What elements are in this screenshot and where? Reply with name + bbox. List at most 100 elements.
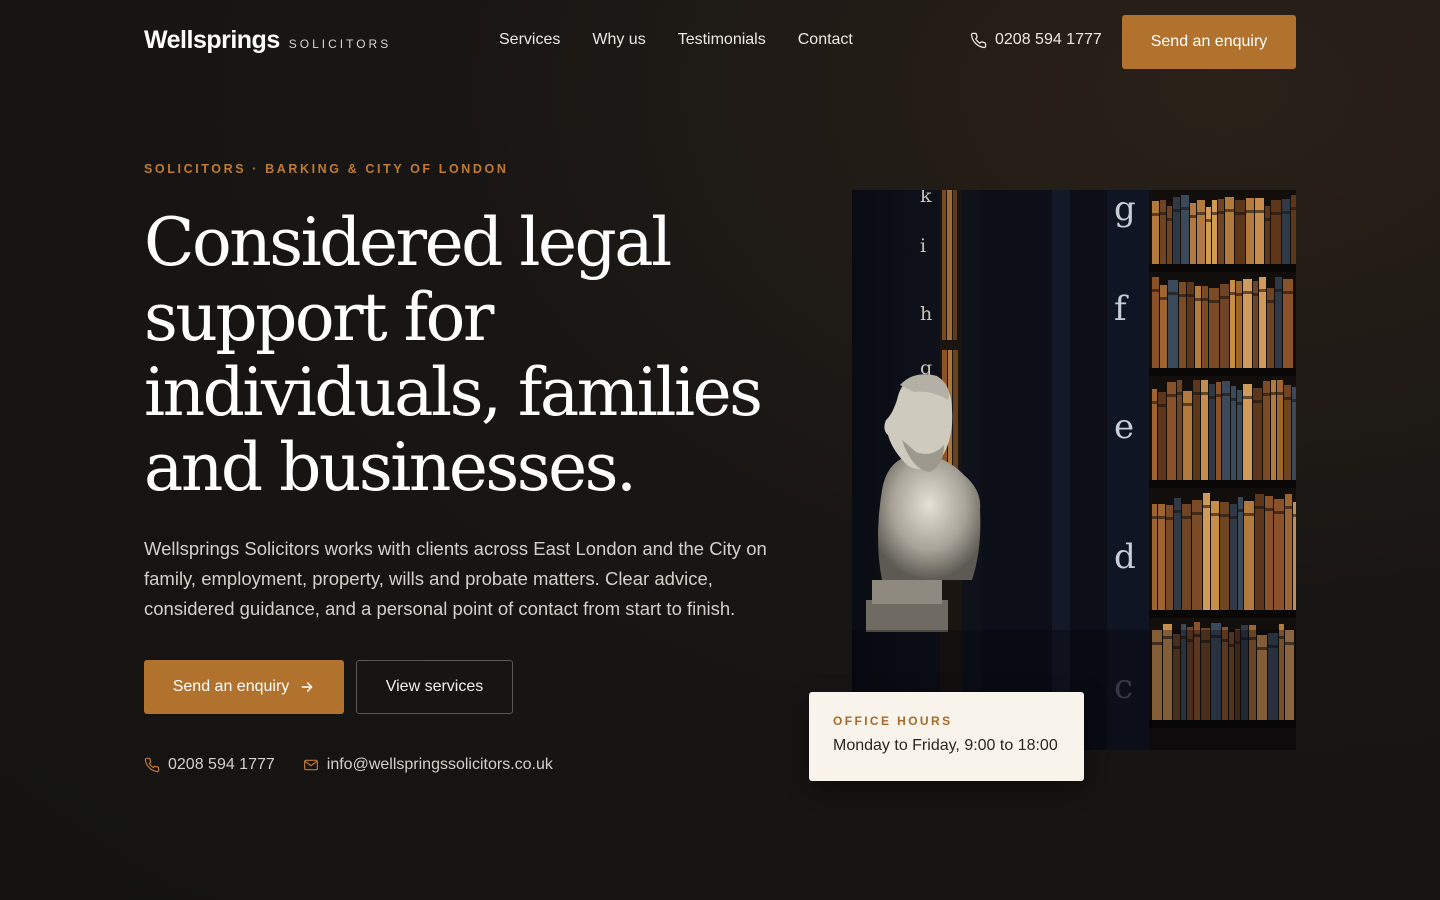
book-spine	[1220, 502, 1229, 610]
book-band	[1243, 396, 1252, 399]
book-band	[1158, 404, 1166, 407]
book-band	[1225, 209, 1234, 212]
brand-logo[interactable]: Wellsprings SOLICITORS	[144, 26, 391, 55]
book-spine	[1293, 502, 1296, 610]
book-band	[1271, 212, 1281, 215]
office-hours-card: OFFICE HOURS Monday to Friday, 9:00 to 1…	[809, 692, 1084, 781]
book-band	[1167, 394, 1176, 397]
nav-link-services[interactable]: Services	[499, 31, 560, 49]
book-band	[1292, 399, 1296, 402]
book-band	[1246, 210, 1254, 213]
book-spine	[1166, 505, 1173, 610]
book-spine	[1285, 494, 1292, 610]
book-band	[1275, 289, 1282, 292]
hero-phone-number: 0208 594 1777	[168, 756, 275, 773]
book-band	[1255, 506, 1264, 509]
hero-headline: Considered legal support for individuals…	[144, 205, 824, 505]
book-spine	[1255, 494, 1264, 610]
book-spine	[1192, 500, 1202, 610]
book-band	[1253, 293, 1258, 296]
book-band	[1230, 516, 1237, 519]
book-band	[1160, 212, 1166, 215]
book-spine	[1211, 501, 1219, 610]
book-spine	[1206, 207, 1211, 264]
book-band	[1220, 296, 1229, 299]
book-band	[1211, 513, 1219, 516]
header-enquiry-button[interactable]: Send an enquiry	[1122, 15, 1296, 69]
book-band	[1236, 293, 1242, 296]
main-nav: Services Why us Testimonials Contact	[499, 31, 853, 49]
hero-email-link[interactable]: info@wellspringssolicitors.co.uk	[303, 756, 553, 774]
book-spine	[1244, 501, 1254, 610]
book-spine	[1238, 497, 1243, 610]
hero-eyebrow: SOLICITORS · BARKING & CITY OF LONDON	[144, 162, 509, 176]
book-band	[1203, 505, 1210, 508]
nav-link-testimonials[interactable]: Testimonials	[678, 31, 766, 49]
book-band	[1216, 394, 1221, 397]
office-hours-label: OFFICE HOURS	[833, 714, 953, 728]
shelf-letter-k: k	[920, 190, 932, 207]
book-band	[1166, 517, 1173, 520]
book-spine	[1158, 504, 1165, 610]
book-band	[1167, 218, 1172, 221]
book-band	[1152, 401, 1157, 404]
book-band	[1202, 298, 1208, 301]
hero-library-image: kihg gfedc	[852, 190, 1296, 750]
nav-link-why-us[interactable]: Why us	[592, 31, 645, 49]
book-band	[1255, 210, 1264, 213]
hero-email-address: info@wellspringssolicitors.co.uk	[326, 756, 553, 773]
headline-line-1: Considered legal	[144, 204, 672, 281]
brand-name: Wellsprings	[144, 26, 280, 54]
book-spine	[1265, 206, 1270, 264]
book-spine	[1218, 199, 1224, 264]
book-band	[1263, 393, 1270, 396]
book-band	[1293, 514, 1296, 517]
book-spine	[1212, 200, 1217, 264]
book-spine	[1174, 498, 1181, 610]
hero-description: Wellsprings Solicitors works with client…	[144, 538, 767, 619]
book-band	[1173, 209, 1180, 212]
book-band	[1267, 300, 1274, 303]
book-band	[1220, 514, 1229, 517]
book-band	[1284, 397, 1291, 400]
book-band	[1197, 212, 1205, 215]
phone-icon	[144, 757, 160, 773]
book-band	[1253, 400, 1262, 403]
book-spine	[1152, 201, 1159, 264]
view-services-button[interactable]: View services	[356, 660, 513, 714]
hero-enquiry-button[interactable]: Send an enquiry	[144, 660, 344, 714]
book-spine	[1291, 195, 1296, 264]
office-hours-text: Monday to Friday, 9:00 to 18:00	[833, 737, 1058, 754]
mail-icon	[303, 759, 318, 771]
book-band	[1168, 292, 1178, 295]
headline-line-3: individuals, families	[144, 354, 763, 431]
nav-link-contact[interactable]: Contact	[798, 31, 853, 49]
book-spine	[1160, 200, 1166, 264]
book-spine	[1271, 200, 1281, 264]
book-band	[1209, 300, 1219, 303]
book-band	[1209, 396, 1215, 399]
book-band	[1238, 509, 1243, 512]
book-band	[1206, 219, 1211, 222]
book-band	[1174, 510, 1181, 513]
book-band	[1235, 212, 1245, 215]
hero-phone-link[interactable]: 0208 594 1777	[144, 756, 275, 774]
book-band	[1152, 516, 1157, 519]
shelf-letter-g: g	[1114, 190, 1136, 229]
book-band	[1283, 291, 1293, 294]
book-band	[1193, 392, 1200, 395]
book-band	[1237, 402, 1242, 405]
book-band	[1182, 516, 1191, 519]
book-band	[1179, 294, 1186, 297]
book-band	[1152, 213, 1159, 216]
book-spine	[1190, 203, 1196, 264]
book-band	[1183, 403, 1192, 406]
book-band	[1152, 289, 1159, 292]
header-phone[interactable]: 0208 594 1777	[970, 31, 1102, 49]
book-band	[1265, 508, 1273, 511]
shelf-letter-e: e	[1114, 407, 1134, 447]
book-spine	[1235, 200, 1245, 264]
arrow-right-icon	[301, 682, 313, 692]
book-spine	[1225, 197, 1234, 264]
shelf-letter-i: i	[920, 235, 926, 257]
